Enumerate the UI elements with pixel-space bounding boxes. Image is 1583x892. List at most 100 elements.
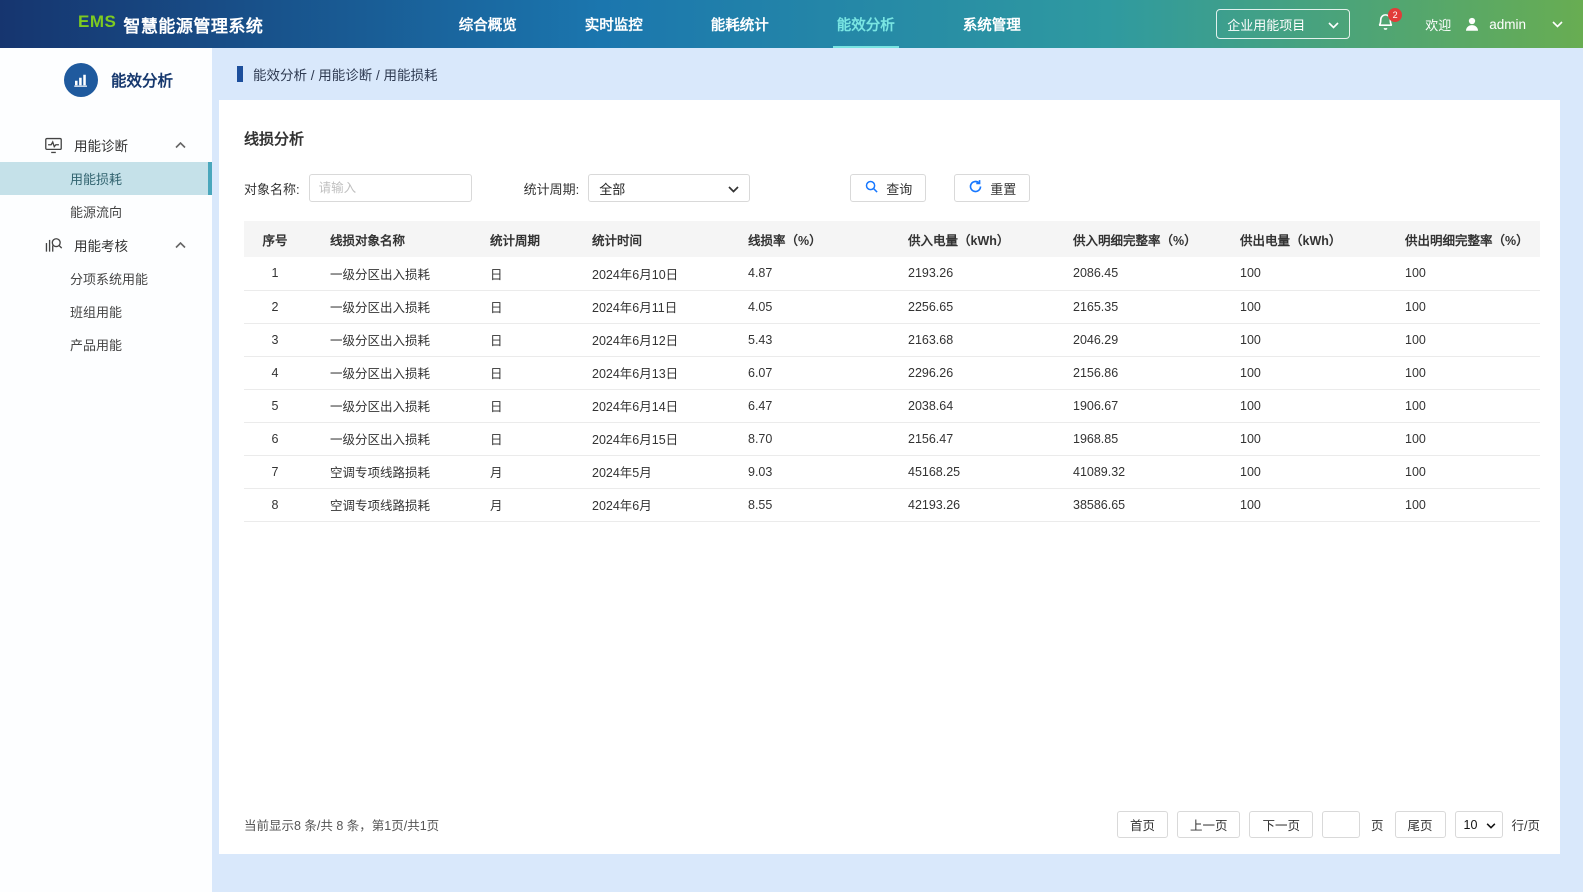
table-cell: 2163.68 [884, 323, 1049, 356]
nav-item[interactable]: 综合概览 [455, 0, 521, 48]
table-cell: 100 [1216, 422, 1381, 455]
table-cell: 100 [1381, 356, 1540, 389]
reset-button[interactable]: 重置 [954, 174, 1030, 202]
sidebar-item[interactable]: 分项系统用能 [0, 262, 212, 295]
table-row: 4一级分区出入损耗日2024年6月13日6.072296.262156.8610… [244, 356, 1540, 389]
table-column-header: 供出电量（kWh） [1216, 221, 1381, 257]
nav-item[interactable]: 实时监控 [581, 0, 647, 48]
table-cell: 日 [466, 323, 568, 356]
table-cell: 2193.26 [884, 257, 1049, 290]
sidebar: 能效分析 用能诊断用能损耗能源流向用能考核分项系统用能班组用能产品用能 [0, 48, 212, 892]
table-cell: 空调专项线路损耗 [306, 455, 466, 488]
table-cell: 一级分区出入损耗 [306, 389, 466, 422]
table-cell: 一级分区出入损耗 [306, 290, 466, 323]
panel-title: 线损分析 [244, 128, 1540, 149]
line-loss-table: 序号线损对象名称统计周期统计时间线损率（%）供入电量（kWh）供入明细完整率（%… [244, 221, 1540, 522]
period-label: 统计周期: [524, 179, 580, 198]
table-cell: 100 [1381, 488, 1540, 521]
last-page-button[interactable]: 尾页 [1395, 811, 1446, 838]
table-cell: 100 [1216, 389, 1381, 422]
table-cell: 42193.26 [884, 488, 1049, 521]
table-cell: 2024年6月 [568, 488, 724, 521]
table-cell: 100 [1216, 290, 1381, 323]
table-cell: 5 [244, 389, 306, 422]
sidebar-item[interactable]: 班组用能 [0, 295, 212, 328]
breadcrumb-accent-bar [237, 66, 243, 82]
table-row: 7空调专项线路损耗月2024年5月9.0345168.2541089.32100… [244, 455, 1540, 488]
table-row: 6一级分区出入损耗日2024年6月15日8.702156.471968.8510… [244, 422, 1540, 455]
table-cell: 2024年6月11日 [568, 290, 724, 323]
table-cell: 日 [466, 257, 568, 290]
table-cell: 9.03 [724, 455, 884, 488]
table-cell: 6.07 [724, 356, 884, 389]
table-cell: 41089.32 [1049, 455, 1216, 488]
table-cell: 100 [1216, 323, 1381, 356]
app-logo: EMS 智慧能源管理系统 [78, 12, 263, 37]
table-cell: 2024年6月15日 [568, 422, 724, 455]
table-cell: 8 [244, 488, 306, 521]
sidebar-group-label: 用能考核 [74, 235, 128, 255]
table-cell: 4.05 [724, 290, 884, 323]
table-cell: 100 [1381, 323, 1540, 356]
sidebar-group-header[interactable]: 用能考核 [0, 228, 212, 262]
search-button[interactable]: 查询 [850, 174, 926, 202]
username-text[interactable]: admin [1489, 17, 1526, 32]
user-avatar-icon[interactable] [1463, 15, 1481, 33]
table-column-header: 统计周期 [466, 221, 568, 257]
table-cell: 45168.25 [884, 455, 1049, 488]
project-select[interactable]: 企业用能项目 [1216, 9, 1350, 39]
monitor-pulse-icon [44, 137, 63, 154]
sidebar-item[interactable]: 能源流向 [0, 195, 212, 228]
nav-item[interactable]: 系统管理 [959, 0, 1025, 48]
chevron-down-icon [1328, 17, 1339, 32]
table-column-header: 供出明细完整率（%） [1381, 221, 1540, 257]
table-cell: 1968.85 [1049, 422, 1216, 455]
page-number-input[interactable] [1322, 811, 1360, 838]
sidebar-group-header[interactable]: 用能诊断 [0, 128, 212, 162]
module-bar-chart-icon [64, 63, 98, 97]
sidebar-item[interactable]: 产品用能 [0, 328, 212, 361]
table-cell: 空调专项线路损耗 [306, 488, 466, 521]
first-page-button[interactable]: 首页 [1117, 811, 1168, 838]
table-cell: 2256.65 [884, 290, 1049, 323]
table-cell: 5.43 [724, 323, 884, 356]
object-name-input[interactable] [309, 174, 472, 202]
table-cell: 日 [466, 389, 568, 422]
table-cell: 一级分区出入损耗 [306, 356, 466, 389]
table-cell: 2024年6月12日 [568, 323, 724, 356]
per-page-suffix-label: 行/页 [1512, 815, 1540, 834]
table-cell: 一级分区出入损耗 [306, 257, 466, 290]
page-size-value: 10 [1464, 818, 1478, 832]
table-cell: 100 [1381, 455, 1540, 488]
logo-title-text: 智慧能源管理系统 [123, 12, 263, 37]
page-suffix-label: 页 [1371, 815, 1384, 834]
table-row: 1一级分区出入损耗日2024年6月10日4.872193.262086.4510… [244, 257, 1540, 290]
notification-button[interactable]: 2 [1376, 12, 1395, 37]
table-cell: 一级分区出入损耗 [306, 422, 466, 455]
table-column-header: 统计时间 [568, 221, 724, 257]
pagination-controls: 首页 上一页 下一页 页 尾页 10 行/页 [1117, 811, 1540, 838]
table-cell: 2024年5月 [568, 455, 724, 488]
table-column-header: 供入电量（kWh） [884, 221, 1049, 257]
table-column-header: 线损率（%） [724, 221, 884, 257]
table-cell: 38586.65 [1049, 488, 1216, 521]
table-cell: 2296.26 [884, 356, 1049, 389]
table-row: 8空调专项线路损耗月2024年6月8.5542193.2638586.65100… [244, 488, 1540, 521]
next-page-button[interactable]: 下一页 [1249, 811, 1313, 838]
chevron-down-icon [1486, 818, 1496, 832]
table-cell: 日 [466, 422, 568, 455]
user-menu-chevron-icon[interactable] [1552, 21, 1563, 28]
period-select[interactable]: 全部 [588, 174, 750, 202]
page-size-select[interactable]: 10 [1455, 811, 1503, 838]
table-cell: 2086.45 [1049, 257, 1216, 290]
table-cell: 一级分区出入损耗 [306, 323, 466, 356]
sidebar-item[interactable]: 用能损耗 [0, 162, 212, 195]
breadcrumb-text: 能效分析 / 用能诊断 / 用能损耗 [253, 64, 438, 84]
table-cell: 2038.64 [884, 389, 1049, 422]
table-cell: 6 [244, 422, 306, 455]
welcome-text: 欢迎 [1425, 15, 1451, 34]
prev-page-button[interactable]: 上一页 [1177, 811, 1241, 838]
table-cell: 日 [466, 356, 568, 389]
nav-item[interactable]: 能耗统计 [707, 0, 773, 48]
nav-item[interactable]: 能效分析 [833, 0, 899, 48]
